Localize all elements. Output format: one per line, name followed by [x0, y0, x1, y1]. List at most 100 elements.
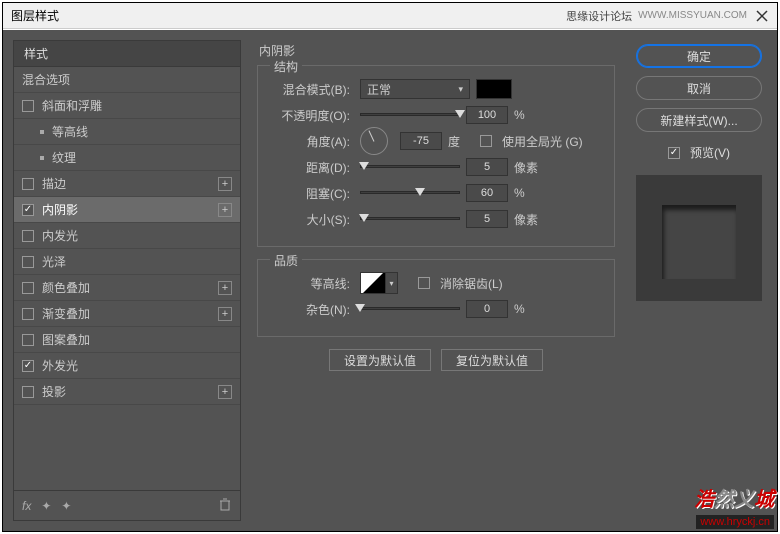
- plus-icon[interactable]: +: [218, 385, 232, 399]
- style-item[interactable]: 内发光: [14, 223, 240, 249]
- style-checkbox[interactable]: [22, 204, 34, 216]
- distance-input[interactable]: 5: [466, 158, 508, 176]
- style-item[interactable]: 颜色叠加 +: [14, 275, 240, 301]
- style-item[interactable]: 图案叠加: [14, 327, 240, 353]
- blend-mode-select[interactable]: 正常 ▾: [360, 79, 470, 99]
- chevron-down-icon[interactable]: ▾: [386, 272, 398, 294]
- style-item-label: 颜色叠加: [42, 279, 90, 296]
- choke-label: 阻塞(C):: [268, 185, 350, 202]
- structure-legend: 结构: [270, 58, 302, 75]
- style-item[interactable]: 斜面和浮雕: [14, 93, 240, 119]
- style-item-label: 图案叠加: [42, 331, 90, 348]
- quality-legend: 品质: [270, 252, 302, 269]
- style-item-label: 斜面和浮雕: [42, 97, 102, 114]
- distance-slider[interactable]: [360, 160, 460, 174]
- style-checkbox[interactable]: [22, 230, 34, 242]
- style-checkbox[interactable]: [22, 308, 34, 320]
- size-unit: 像素: [514, 211, 540, 228]
- forum-url: WWW.MISSYUAN.COM: [638, 10, 747, 21]
- style-item-label: 渐变叠加: [42, 305, 90, 322]
- style-item[interactable]: 渐变叠加 +: [14, 301, 240, 327]
- noise-slider[interactable]: [360, 302, 460, 316]
- style-item[interactable]: 光泽: [14, 249, 240, 275]
- plus-icon[interactable]: +: [218, 281, 232, 295]
- new-style-button[interactable]: 新建样式(W)...: [636, 108, 762, 132]
- arrow-down-icon[interactable]: ✦: [61, 499, 71, 513]
- style-item-label: 描边: [42, 175, 66, 192]
- style-checkbox[interactable]: [22, 360, 34, 372]
- structure-fieldset: 结构 混合模式(B): 正常 ▾ 不透明度(O): 100 % 角度: [257, 65, 615, 247]
- opacity-slider[interactable]: [360, 108, 460, 122]
- opacity-label: 不透明度(O):: [268, 107, 350, 124]
- opacity-input[interactable]: 100: [466, 106, 508, 124]
- style-item-label: 光泽: [42, 253, 66, 270]
- style-item[interactable]: 纹理: [14, 145, 240, 171]
- preview-thumbnail: [636, 175, 762, 301]
- global-light-checkbox[interactable]: [480, 135, 492, 147]
- noise-input[interactable]: 0: [466, 300, 508, 318]
- noise-unit: %: [514, 302, 540, 316]
- plus-icon[interactable]: +: [218, 177, 232, 191]
- settings-panel: 内阴影 结构 混合模式(B): 正常 ▾ 不透明度(O): 100 %: [251, 40, 621, 521]
- arrow-up-icon[interactable]: ✦: [41, 499, 51, 513]
- styles-header: 样式: [14, 41, 240, 67]
- styles-list-panel: 样式 混合选项斜面和浮雕等高线纹理描边+内阴影+内发光光泽颜色叠加+渐变叠加+图…: [13, 40, 241, 521]
- angle-dial[interactable]: [360, 127, 388, 155]
- plus-icon[interactable]: +: [218, 203, 232, 217]
- styles-footer: fx ✦ ✦: [14, 490, 240, 520]
- plus-icon[interactable]: +: [218, 307, 232, 321]
- preview-checkbox[interactable]: [668, 147, 680, 159]
- opacity-unit: %: [514, 108, 540, 122]
- style-checkbox[interactable]: [22, 100, 34, 112]
- style-checkbox[interactable]: [22, 178, 34, 190]
- distance-unit: 像素: [514, 159, 540, 176]
- style-item[interactable]: 混合选项: [14, 67, 240, 93]
- contour-label: 等高线:: [268, 275, 350, 292]
- global-light-label: 使用全局光 (G): [502, 133, 583, 150]
- style-item[interactable]: 等高线: [14, 119, 240, 145]
- size-slider[interactable]: [360, 212, 460, 226]
- choke-input[interactable]: 60: [466, 184, 508, 202]
- style-item[interactable]: 投影 +: [14, 379, 240, 405]
- style-item[interactable]: 描边 +: [14, 171, 240, 197]
- size-input[interactable]: 5: [466, 210, 508, 228]
- fx-icon[interactable]: fx: [22, 499, 31, 513]
- style-item-label: 等高线: [52, 123, 88, 140]
- choke-unit: %: [514, 186, 540, 200]
- style-checkbox[interactable]: [22, 334, 34, 346]
- antialias-checkbox[interactable]: [418, 277, 430, 289]
- style-checkbox[interactable]: [22, 282, 34, 294]
- choke-slider[interactable]: [360, 186, 460, 200]
- blend-mode-label: 混合模式(B):: [268, 81, 350, 98]
- watermark: 浩然义城 www.hryckj.cn: [694, 483, 774, 530]
- trash-icon[interactable]: [218, 497, 232, 514]
- noise-label: 杂色(N):: [268, 301, 350, 318]
- set-default-button[interactable]: 设置为默认值: [329, 349, 431, 371]
- close-icon[interactable]: [755, 9, 769, 23]
- forum-name: 思缘设计论坛: [566, 8, 632, 24]
- reset-default-button[interactable]: 复位为默认值: [441, 349, 543, 371]
- quality-fieldset: 品质 等高线: ▾ 消除锯齿(L) 杂色(N): 0 %: [257, 259, 615, 337]
- style-item-label: 内发光: [42, 227, 78, 244]
- style-checkbox[interactable]: [22, 256, 34, 268]
- style-item-label: 混合选项: [22, 71, 70, 88]
- size-label: 大小(S):: [268, 211, 350, 228]
- effect-title: 内阴影: [259, 42, 621, 59]
- angle-label: 角度(A):: [268, 133, 350, 150]
- contour-picker[interactable]: [360, 272, 386, 294]
- style-checkbox[interactable]: [22, 386, 34, 398]
- titlebar: 图层样式 思缘设计论坛 WWW.MISSYUAN.COM: [3, 3, 777, 29]
- angle-input[interactable]: -75: [400, 132, 442, 150]
- ok-button[interactable]: 确定: [636, 44, 762, 68]
- bullet-icon: [40, 130, 44, 134]
- window-title: 图层样式: [11, 7, 59, 24]
- bullet-icon: [40, 156, 44, 160]
- style-item[interactable]: 外发光: [14, 353, 240, 379]
- style-item-label: 外发光: [42, 357, 78, 374]
- style-item[interactable]: 内阴影+: [14, 197, 240, 223]
- angle-unit: 度: [448, 133, 474, 150]
- cancel-button[interactable]: 取消: [636, 76, 762, 100]
- style-item-label: 投影: [42, 383, 66, 400]
- chevron-down-icon: ▾: [458, 84, 463, 95]
- color-swatch[interactable]: [476, 79, 512, 99]
